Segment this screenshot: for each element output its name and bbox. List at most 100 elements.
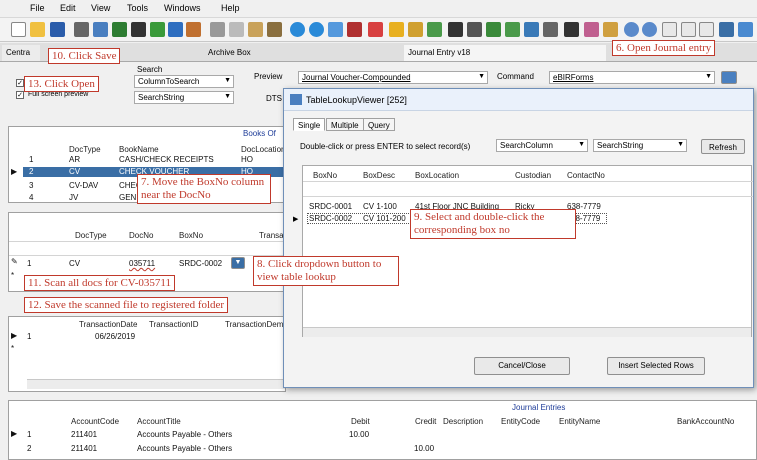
up-arrow-icon[interactable]	[112, 22, 127, 37]
preview-select[interactable]: Journal Voucher-Compounded ▼	[298, 71, 488, 84]
column-to-search-select[interactable]: ColumnToSearch ▼	[134, 75, 234, 88]
horizontal-scrollbar[interactable]	[27, 379, 285, 389]
person-icon[interactable]	[448, 22, 463, 37]
fit-width-icon[interactable]	[662, 22, 677, 37]
pin-icon[interactable]	[368, 22, 383, 37]
table-cell[interactable]: Accounts Payable - Others	[137, 444, 232, 453]
col-contactno[interactable]: ContactNo	[567, 171, 605, 180]
col-docno[interactable]: DocNo	[129, 231, 153, 240]
scan-icon[interactable]	[93, 22, 108, 37]
key-icon[interactable]	[584, 22, 599, 37]
calendar-icon[interactable]	[328, 22, 343, 37]
col-entityname[interactable]: EntityName	[559, 417, 600, 426]
grid-icon[interactable]	[267, 22, 282, 37]
col-debit[interactable]: Debit	[351, 417, 370, 426]
table-cell[interactable]: CV-DAV	[69, 181, 98, 190]
save-icon[interactable]	[50, 22, 65, 37]
col-transactionid[interactable]: TransactionID	[149, 320, 199, 329]
table-cell[interactable]: 211401	[71, 444, 97, 453]
tab-multiple[interactable]: Multiple	[326, 118, 364, 131]
col-bookname[interactable]: BookName	[119, 145, 159, 154]
dialog-search-string-select[interactable]: SearchString ▼	[593, 139, 687, 152]
col-boxlocation[interactable]: BoxLocation	[415, 171, 459, 180]
lock-icon[interactable]	[603, 22, 618, 37]
table-cell[interactable]: 10.00	[414, 444, 434, 453]
table-cell[interactable]: 10.00	[349, 430, 369, 439]
mail-icon[interactable]	[524, 22, 539, 37]
table-cell[interactable]: 211401	[71, 430, 97, 439]
docno-cell[interactable]: 035711	[129, 259, 155, 268]
find-icon[interactable]	[186, 22, 201, 37]
monitor-icon[interactable]	[467, 22, 482, 37]
refresh-icon[interactable]	[150, 22, 165, 37]
col-boxdesc[interactable]: BoxDesc	[363, 171, 395, 180]
col-transactiondem[interactable]: TransactionDem	[225, 320, 283, 329]
boxno-cell[interactable]: SRDC-0002	[179, 259, 222, 268]
tab-single[interactable]: Single	[293, 118, 326, 131]
col-credit[interactable]: Credit	[415, 417, 436, 426]
col-boxno[interactable]: BoxNo	[313, 171, 337, 180]
insert-selected-rows-button[interactable]: Insert Selected Rows	[607, 357, 705, 375]
col-accounttitle[interactable]: AccountTitle	[137, 417, 181, 426]
tab-journal-entry[interactable]: Journal Entry v18	[404, 45, 606, 61]
pen-icon[interactable]	[564, 22, 579, 37]
info-icon[interactable]	[309, 22, 324, 37]
terminal-icon[interactable]	[131, 22, 146, 37]
window-icon[interactable]	[543, 22, 558, 37]
col-bankaccountno[interactable]: BankAccountNo	[677, 417, 734, 426]
col-custodian[interactable]: Custodian	[515, 171, 551, 180]
fit-page-icon[interactable]	[681, 22, 696, 37]
zoom-in-icon[interactable]	[642, 22, 657, 37]
table-cell[interactable]: CV	[69, 167, 80, 176]
copy-icon[interactable]	[229, 22, 244, 37]
menu-view[interactable]: View	[91, 3, 110, 13]
fullscreen-preview-checkbox[interactable]: ✓	[16, 91, 24, 99]
table-cell[interactable]: JV	[69, 193, 78, 202]
col-accountcode[interactable]: AccountCode	[71, 417, 119, 426]
col-doctype[interactable]: DocType	[69, 145, 101, 154]
tab-central[interactable]: Centra	[2, 45, 40, 61]
col-description[interactable]: Description	[443, 417, 483, 426]
table-cell[interactable]: Accounts Payable - Others	[137, 430, 232, 439]
col-doctype[interactable]: DocType	[75, 231, 107, 240]
refresh-button[interactable]: Refresh	[701, 139, 745, 154]
menu-edit[interactable]: Edit	[60, 3, 76, 13]
tag-icon[interactable]	[408, 22, 423, 37]
boxno-dropdown-button[interactable]: ▼	[231, 257, 245, 269]
col-transaction[interactable]: Transa	[259, 231, 284, 240]
tab-query[interactable]: Query	[363, 118, 395, 131]
table-cell[interactable]: SRDC-0002	[309, 214, 352, 223]
search-string-select[interactable]: SearchString ▼	[134, 91, 234, 104]
table-cell[interactable]: CASH/CHECK RECEIPTS	[119, 155, 214, 164]
help-icon[interactable]	[290, 22, 305, 37]
command-select[interactable]: eBIRForms ▼	[549, 71, 715, 84]
col-transactiondate[interactable]: TransactionDate	[79, 320, 137, 329]
col-boxno[interactable]: BoxNo	[179, 231, 203, 240]
command-run-icon[interactable]	[721, 71, 737, 84]
table-cell[interactable]: SRDC-0001	[309, 202, 352, 211]
paste-icon[interactable]	[248, 22, 263, 37]
cm-icon[interactable]	[347, 22, 362, 37]
undo-icon[interactable]	[168, 22, 183, 37]
dialog-titlebar[interactable]: TableLookupViewer [252]	[284, 89, 753, 111]
col-doclocation[interactable]: DocLocation	[241, 145, 285, 154]
table-cell[interactable]: 06/26/2019	[95, 332, 135, 341]
open-folder-icon[interactable]	[30, 22, 45, 37]
menu-tools[interactable]: Tools	[127, 3, 148, 13]
menu-windows[interactable]: Windows	[164, 3, 201, 13]
lookup-horizontal-scrollbar[interactable]	[303, 327, 751, 337]
table-cell[interactable]: AR	[69, 155, 80, 164]
export-icon[interactable]	[719, 22, 734, 37]
checkbox-1[interactable]: ✓	[16, 79, 24, 87]
menu-help[interactable]: Help	[221, 3, 240, 13]
new-icon[interactable]	[11, 22, 26, 37]
table-cell[interactable]: CV	[69, 259, 80, 268]
cut-icon[interactable]	[210, 22, 225, 37]
tab-archive-box[interactable]: Archive Box	[204, 45, 404, 61]
cancel-close-button[interactable]: Cancel/Close	[474, 357, 570, 375]
dialog-search-column-select[interactable]: SearchColumn ▼	[496, 139, 588, 152]
page-icon[interactable]	[699, 22, 714, 37]
print-icon[interactable]	[74, 22, 89, 37]
menu-file[interactable]: File	[30, 3, 45, 13]
chart-icon[interactable]	[505, 22, 520, 37]
